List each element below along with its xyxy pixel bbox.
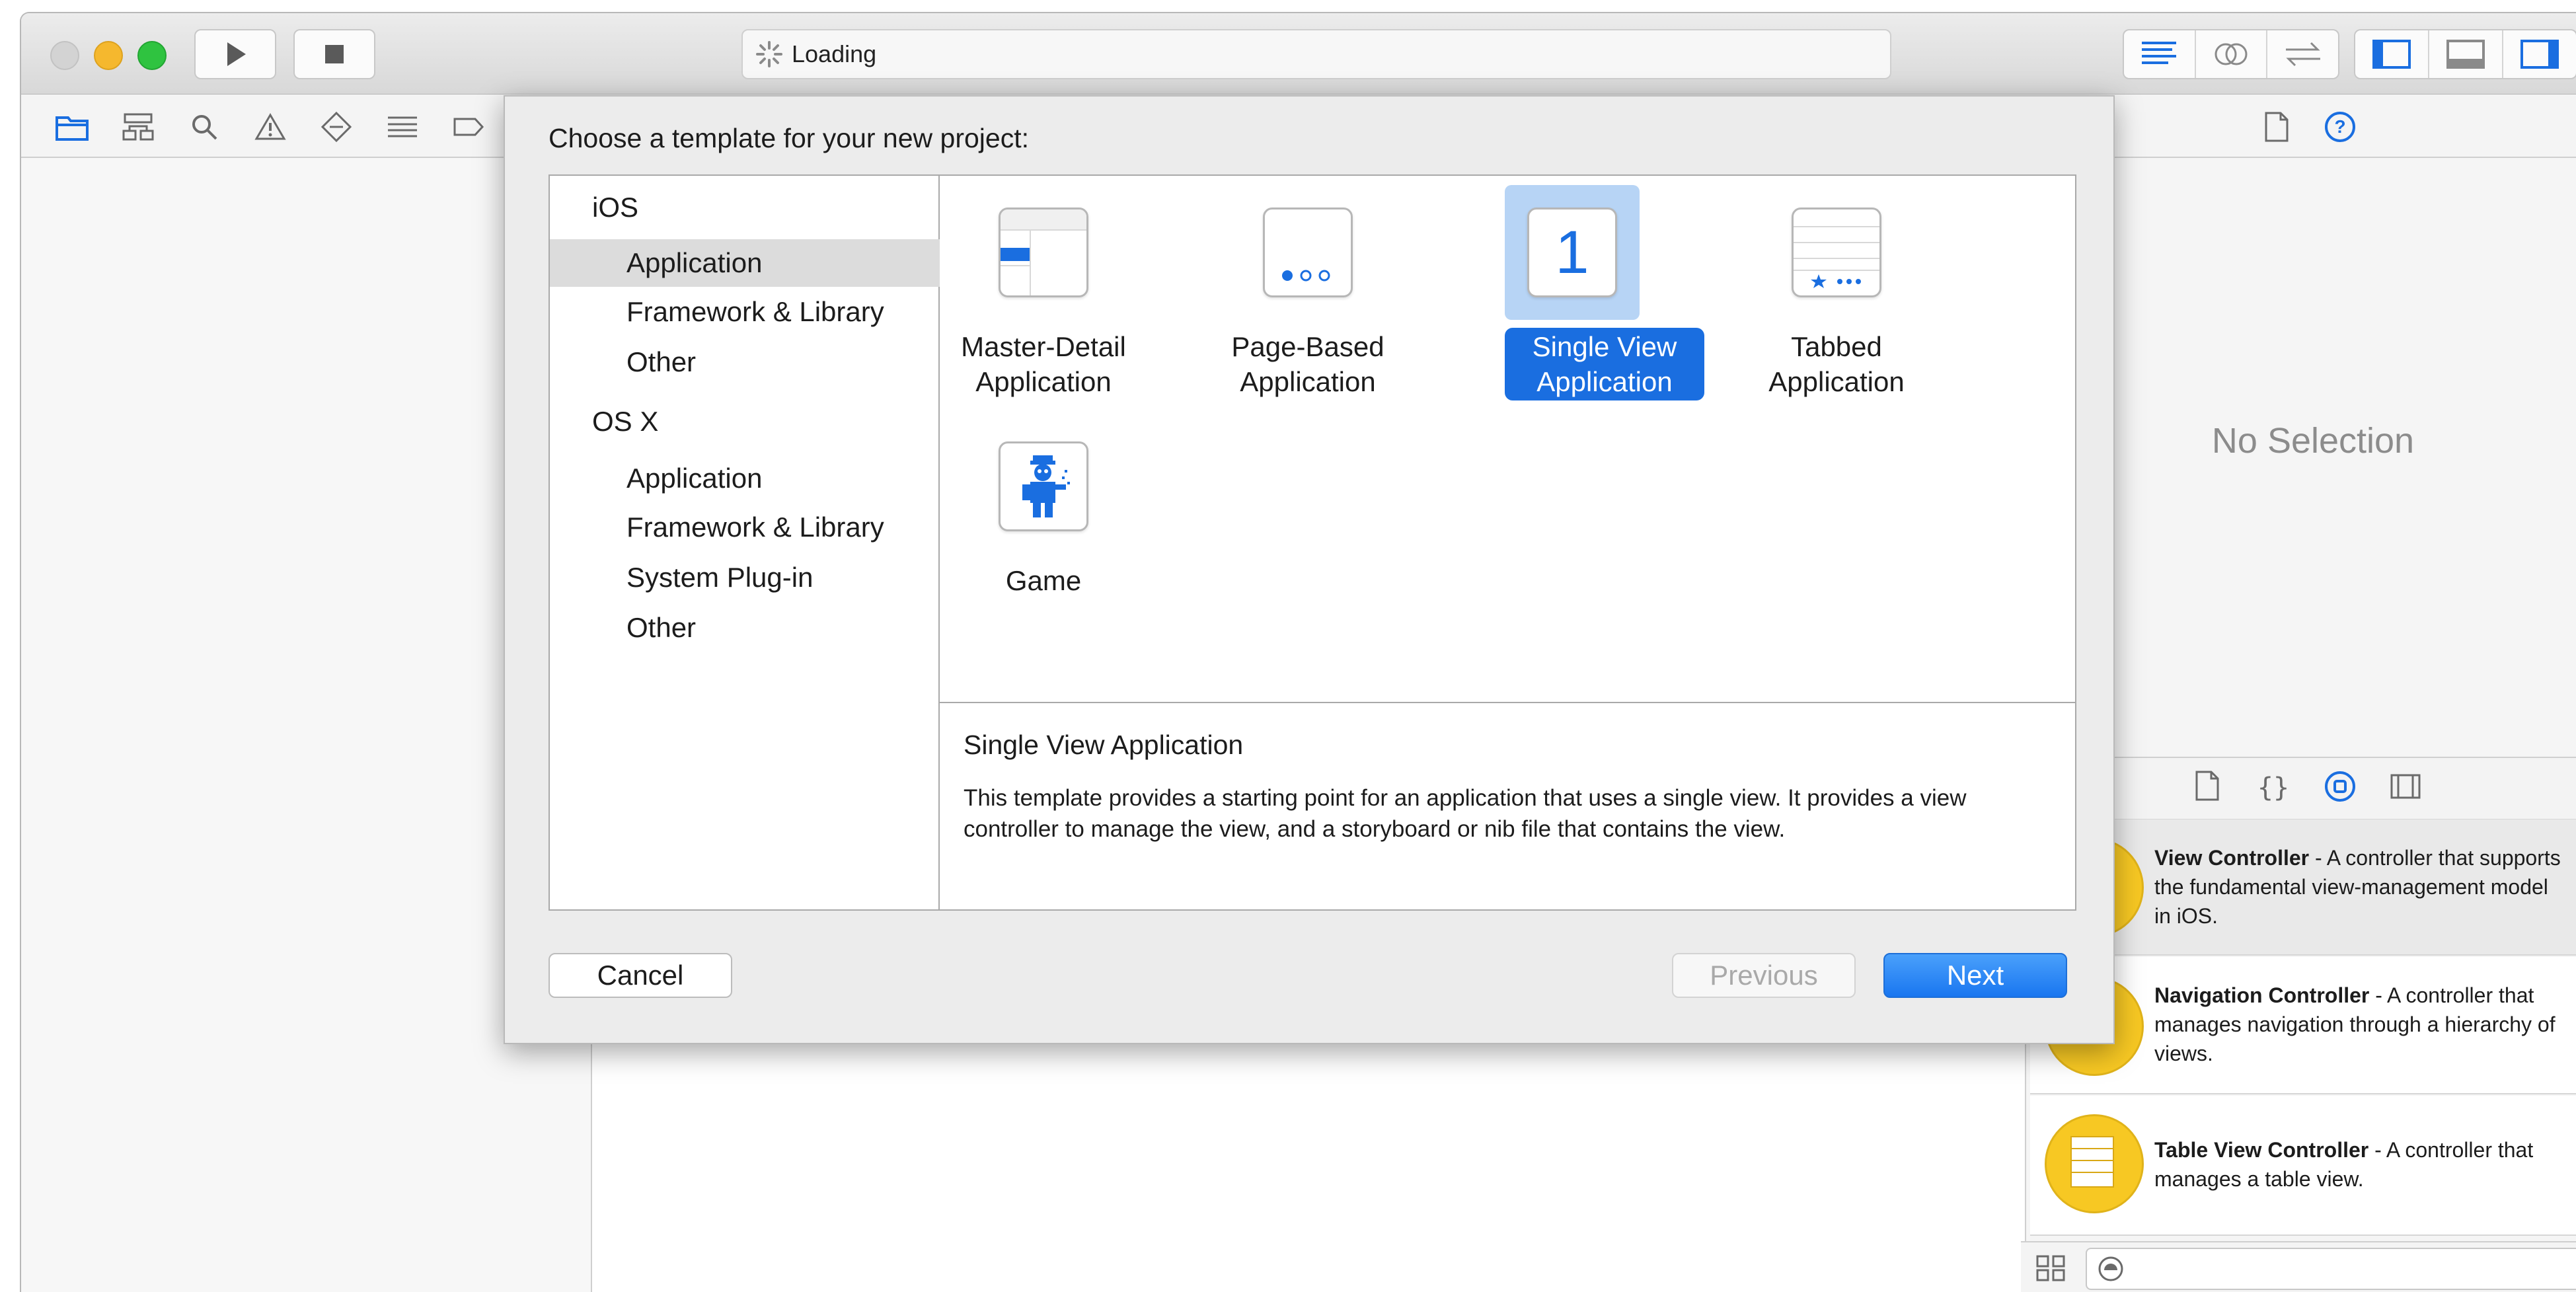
page-based-icon [1263, 208, 1353, 297]
next-button[interactable]: Next [1883, 953, 2067, 998]
close-button[interactable] [50, 41, 79, 70]
toggle-debug-area-button[interactable] [2429, 30, 2503, 78]
folder-icon[interactable] [54, 109, 90, 145]
toggle-utilities-button[interactable] [2503, 30, 2576, 78]
template-tabbed[interactable] [1769, 185, 1904, 320]
play-icon [227, 42, 246, 66]
template-master-detail-label[interactable]: Master-Detail Application [925, 328, 1162, 400]
template-page-based[interactable] [1240, 185, 1375, 320]
search-icon[interactable] [186, 109, 222, 145]
zoom-button[interactable] [137, 41, 167, 70]
template-grid: Master-Detail Application Page-Based App… [940, 176, 2075, 703]
template-game-label[interactable]: Game [925, 562, 1162, 599]
table-view-controller-icon [2045, 1114, 2144, 1213]
master-detail-icon [999, 208, 1088, 297]
bottom-panel-icon [2446, 40, 2485, 69]
category-osx[interactable]: OS X [550, 398, 981, 445]
single-view-icon: 1 [1527, 208, 1617, 297]
template-single-view-label[interactable]: Single View Application [1505, 328, 1704, 400]
previous-button[interactable]: Previous [1672, 953, 1856, 998]
breakpoint-icon[interactable] [451, 109, 486, 145]
run-button[interactable] [194, 29, 276, 79]
cancel-button[interactable]: Cancel [549, 953, 732, 998]
right-panel-icon [2520, 40, 2559, 69]
category-list: iOS Application Framework & Library Othe… [550, 176, 1015, 909]
minimize-button[interactable] [94, 41, 123, 70]
template-chooser-sheet: Choose a template for your new project: … [504, 95, 2115, 1044]
filter-icon [2098, 1256, 2123, 1281]
library-item-table-view-controller[interactable]: Table View Controller - A controller tha… [2030, 1096, 2576, 1236]
grid-view-icon[interactable] [2035, 1254, 2066, 1285]
standard-editor-button[interactable] [2124, 30, 2196, 78]
library-item-name: Navigation Controller [2154, 983, 2370, 1007]
text-lines-icon [2142, 42, 2177, 64]
hierarchy-icon[interactable] [120, 109, 156, 145]
code-snippet-icon[interactable]: {} [2257, 771, 2289, 805]
left-panel-icon [2372, 40, 2411, 69]
toolbar: Loading [21, 13, 2576, 95]
assistant-editor-button[interactable] [2196, 30, 2268, 78]
debug-list-icon[interactable] [385, 109, 420, 145]
stop-icon [325, 45, 344, 63]
stop-button[interactable] [293, 29, 375, 79]
library-item-name: Table View Controller [2154, 1138, 2369, 1162]
no-selection-label: No Selection [2211, 421, 2415, 461]
template-description: Single View Application This template pr… [940, 703, 2075, 909]
file-inspector-icon[interactable] [2259, 109, 2294, 145]
object-library-icon[interactable] [2324, 770, 2357, 806]
quick-help-icon[interactable]: ? [2322, 109, 2358, 145]
category-ios[interactable]: iOS [550, 184, 981, 231]
media-library-icon[interactable] [2390, 773, 2421, 804]
template-chooser: iOS Application Framework & Library Othe… [549, 174, 2076, 911]
template-single-view[interactable]: 1 [1505, 185, 1640, 320]
activity-viewer: Loading [741, 29, 1891, 79]
description-title: Single View Application [964, 730, 1244, 760]
venn-icon [2215, 43, 2248, 65]
svg-text:?: ? [2334, 116, 2345, 137]
panel-toggle-control [2354, 29, 2576, 79]
library-filter-field[interactable] [2086, 1248, 2576, 1290]
warning-icon[interactable] [252, 109, 288, 145]
sheet-title: Choose a template for your new project: [549, 123, 1029, 153]
game-icon [999, 441, 1088, 531]
spinner-icon [756, 41, 782, 67]
activity-text: Loading [792, 40, 877, 67]
library-filter-bar [2021, 1241, 2576, 1292]
version-editor-button[interactable] [2267, 30, 2338, 78]
arrows-icon [2285, 42, 2320, 67]
svg-text:{}: {} [2259, 773, 2288, 802]
tabbed-icon [1792, 208, 1881, 297]
library-item-name: View Controller [2154, 846, 2310, 870]
description-body: This template provides a starting point … [964, 785, 1967, 842]
template-page-based-label[interactable]: Page-Based Application [1189, 328, 1427, 400]
file-template-icon[interactable] [2194, 770, 2220, 805]
editor-mode-control [2123, 29, 2339, 79]
toggle-navigator-button[interactable] [2355, 30, 2429, 78]
template-game[interactable] [976, 419, 1111, 554]
template-master-detail[interactable] [976, 185, 1111, 320]
template-tabbed-label[interactable]: Tabbed Application [1718, 328, 1955, 400]
library-selector-bar: {} [2102, 757, 2576, 820]
test-diamond-icon[interactable] [319, 109, 354, 145]
